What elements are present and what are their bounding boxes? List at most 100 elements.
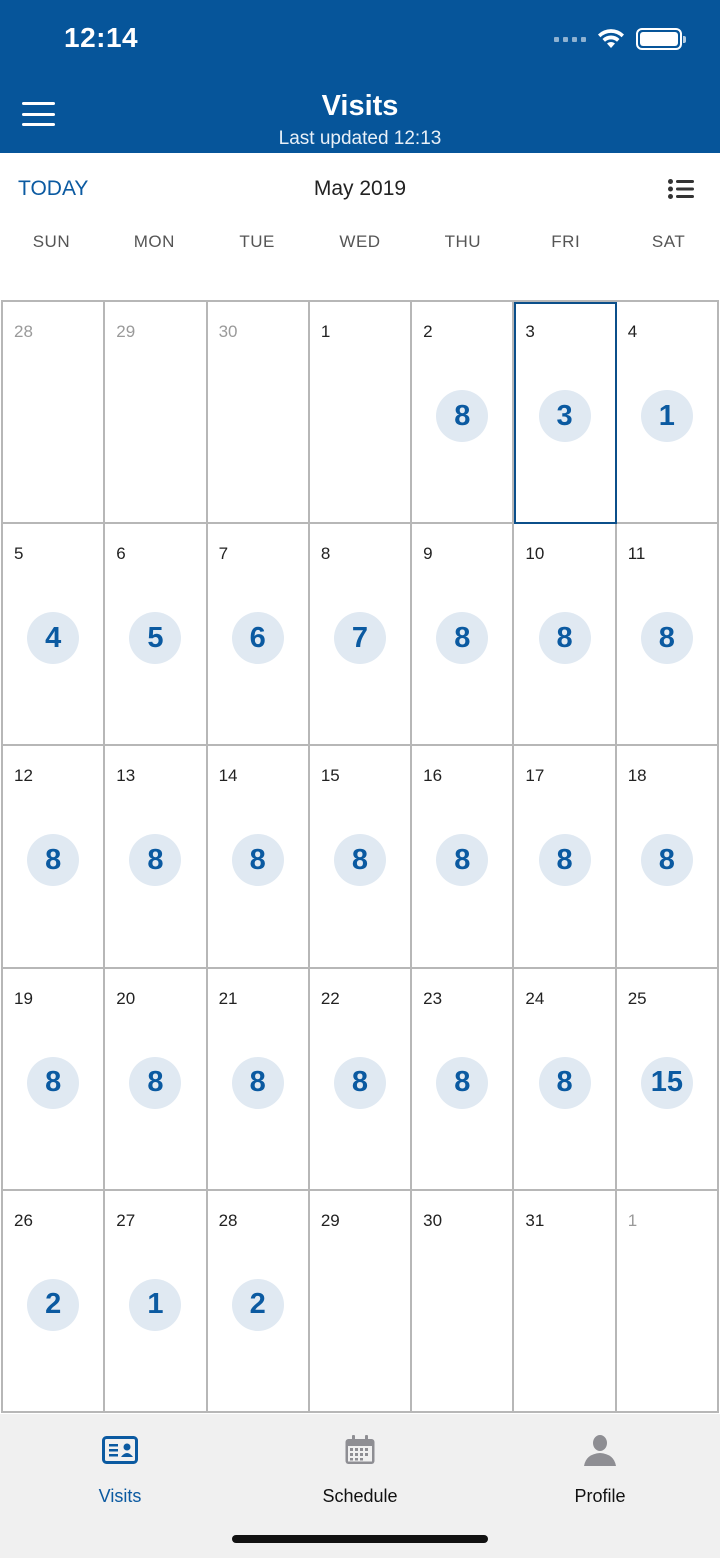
calendar-day-cell[interactable]: 76: [207, 524, 310, 747]
day-number: 30: [218, 322, 238, 341]
day-number: 23: [423, 988, 443, 1008]
calendar-day-cell[interactable]: 14 8: [207, 746, 310, 969]
day-number: 8: [320, 544, 331, 564]
day-number: 30: [423, 1210, 443, 1230]
calendar-day-cell[interactable]: 18 8: [616, 746, 719, 969]
calendar-day-cell[interactable]: 54: [3, 524, 106, 747]
day-number: 31: [525, 1210, 545, 1230]
visit-count-badge: 1: [640, 390, 693, 442]
day-number: 22: [320, 988, 340, 1008]
visit-count-badge: 15: [640, 1056, 693, 1109]
calendar-day-cell[interactable]: 98: [412, 524, 515, 747]
calendar-day-cell[interactable]: 29: [309, 1190, 413, 1413]
calendar-day-cell[interactable]: 28: [3, 302, 106, 525]
visit-count-badge: 8: [129, 1056, 182, 1109]
calendar-day-cell[interactable]: 20 8: [105, 968, 208, 1191]
calendar-day-cell[interactable]: 11 8: [616, 524, 719, 747]
calendar-day-cell[interactable]: 87: [309, 524, 413, 747]
day-number: 3: [525, 322, 535, 341]
calendar-day-cell[interactable]: 31: [514, 1190, 617, 1413]
calendar-day-cell[interactable]: 17 8: [514, 746, 617, 969]
calendar-day-cell[interactable]: 16 8: [412, 746, 515, 969]
weekday-label: SAT: [651, 232, 686, 251]
day-number: 28: [218, 1210, 238, 1230]
visit-count-badge: 8: [436, 834, 489, 887]
weekday-label: FRI: [551, 232, 581, 251]
weekday-label: TUE: [239, 232, 275, 251]
calendar-day-cell[interactable]: 22 8: [309, 968, 413, 1191]
visit-count-badge: 6: [231, 612, 284, 665]
day-number: 17: [525, 766, 545, 786]
visit-count-badge: 5: [129, 612, 182, 665]
calendar-day-cell[interactable]: 41: [616, 302, 719, 525]
calendar-day-cell[interactable]: 21 8: [207, 968, 310, 1191]
calendar-day-cell[interactable]: 33: [514, 302, 617, 525]
calendar-day-cell[interactable]: 10 8: [514, 524, 617, 747]
calendar-day-cell[interactable]: 30: [412, 1190, 515, 1413]
day-number: 11: [627, 544, 646, 564]
day-number: 6: [116, 544, 126, 564]
day-number: 29: [320, 1210, 340, 1230]
calendar-day-cell[interactable]: 25 15: [616, 968, 719, 1191]
visit-count-badge: 8: [27, 1056, 80, 1109]
visit-count-badge: 7: [333, 612, 386, 665]
weekday-label: THU: [444, 232, 482, 251]
month-label: May 2019: [313, 177, 407, 200]
calendar-day-cell[interactable]: 24 8: [514, 968, 617, 1191]
visit-count-badge: 8: [333, 1056, 386, 1109]
weekday-label: SUN: [32, 232, 71, 251]
tab-schedule[interactable]: Schedule: [240, 1414, 480, 1524]
visit-count-badge: 8: [231, 1056, 284, 1109]
visit-count-badge: 2: [27, 1278, 80, 1331]
calendar-day-cell[interactable]: 12 8: [3, 746, 106, 969]
day-number: 1: [320, 322, 331, 341]
visit-count-badge: 8: [436, 1056, 489, 1109]
visit-count-badge: 1: [129, 1278, 182, 1331]
visit-count-badge: 8: [538, 834, 591, 887]
visit-count-badge: 8: [640, 612, 693, 665]
visit-count-badge: 8: [129, 834, 182, 887]
status-time: 12:14: [64, 22, 139, 53]
cellular-signal-icon: [554, 36, 586, 42]
calendar-day-cell[interactable]: 1: [616, 1190, 719, 1413]
day-number: 29: [116, 322, 136, 341]
calendar-day-cell[interactable]: 29: [105, 302, 208, 525]
calendar-day-cell[interactable]: 19 8: [3, 968, 106, 1191]
day-number: 9: [423, 544, 433, 564]
day-number: 16: [423, 766, 443, 786]
tab-profile-label: Profile: [574, 1486, 626, 1506]
list-view-icon[interactable]: [668, 179, 694, 199]
calendar-day-cell[interactable]: 27 1: [105, 1190, 208, 1413]
day-number: 26: [14, 1210, 33, 1230]
tab-profile[interactable]: Profile: [480, 1414, 720, 1524]
day-number: 10: [525, 544, 545, 564]
calendar-day-cell[interactable]: 23 8: [412, 968, 515, 1191]
calendar-day-cell[interactable]: 30: [207, 302, 310, 525]
visit-count-badge: 4: [27, 612, 80, 665]
visit-count-badge: 8: [436, 390, 489, 442]
day-number: 2: [423, 322, 433, 341]
day-number: 14: [218, 766, 238, 786]
visit-count-badge: 8: [333, 834, 386, 887]
calendar-day-cell[interactable]: 28: [412, 302, 515, 525]
calendar-grid: 28 29 30 1 2 8 3 3 4 1 5 4 6 5 7 6 8 7 9 8 10 8 11 8 12 8 13 8 14 8 15…: [1, 300, 719, 1413]
tab-visits-label: Visits: [98, 1486, 142, 1506]
app-header: 12:14 Visits Last updated 12:13: [0, 0, 720, 153]
calendar-day-cell[interactable]: 13 8: [105, 746, 208, 969]
visit-count-badge: 8: [538, 1056, 591, 1109]
calendar-day-cell[interactable]: 28 2: [207, 1190, 310, 1413]
day-number: 13: [116, 766, 136, 786]
calendar-day-cell[interactable]: 65: [105, 524, 208, 747]
visit-count-badge: 8: [538, 612, 591, 665]
calendar-toolbar: TODAY May 2019: [0, 153, 720, 223]
calendar-day-cell[interactable]: 15 8: [309, 746, 413, 969]
page-title: Visits: [321, 90, 399, 122]
calendar-day-cell[interactable]: 1: [309, 302, 413, 525]
calendar-day-cell[interactable]: 26 2: [3, 1190, 106, 1413]
tab-visits[interactable]: Visits: [0, 1414, 240, 1524]
day-number: 18: [627, 766, 647, 786]
day-number: 7: [218, 544, 229, 564]
calendar-icon: [340, 1432, 380, 1468]
weekday-label: WED: [339, 232, 381, 251]
tab-schedule-label: Schedule: [322, 1486, 398, 1506]
